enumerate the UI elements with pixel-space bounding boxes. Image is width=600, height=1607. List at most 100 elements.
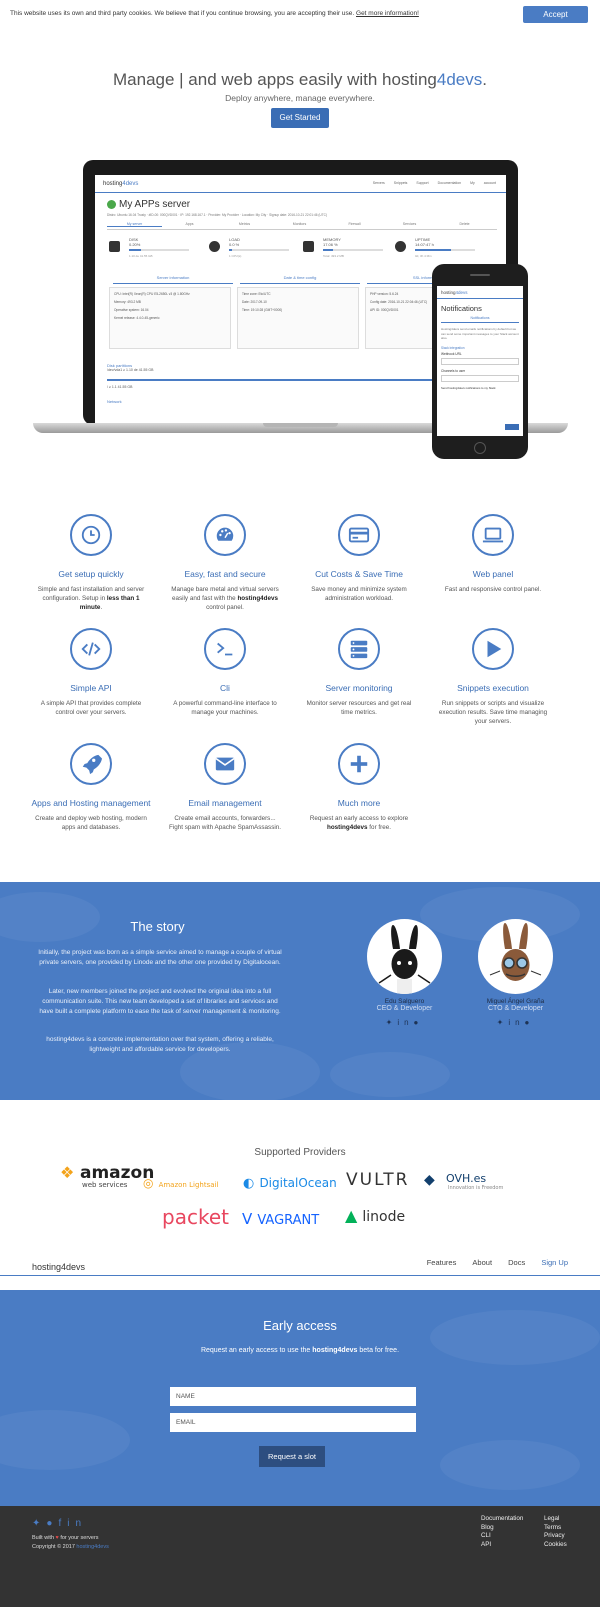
digitalocean-name: DigitalOcean: [259, 1176, 337, 1190]
feature-more: Much more Request an early access to exp…: [284, 743, 434, 832]
github-icon[interactable]: ●: [525, 1018, 535, 1027]
feature-desc: Save money and minimize system administr…: [284, 585, 434, 603]
panel-server-info: CPU: Intel(R) Xeon(R) CPU E5-2650L v3 @ …: [109, 287, 231, 349]
name-input[interactable]: NAME: [170, 1387, 416, 1406]
email-input[interactable]: EMAIL: [170, 1413, 416, 1432]
early-access-subtitle: Request an early access to use the hosti…: [0, 1347, 600, 1354]
member-role: CTO & Developer: [487, 1005, 544, 1012]
feature-desc-text: Fast and responsive control panel.: [444, 586, 542, 593]
phone-text: Hosting4devs send emails notifications b…: [441, 327, 519, 340]
stat-value: 0.20%: [129, 242, 141, 247]
team-member: Edu Salguero CEO & Developer ✦in●: [357, 919, 452, 1027]
twitter-icon[interactable]: ✦: [32, 1518, 46, 1529]
clock-icon: [70, 514, 112, 556]
cookie-accept-button[interactable]: Accept: [523, 6, 588, 23]
screen-menu: Servers Snippets Support Documentation M…: [372, 181, 496, 185]
nav-docs[interactable]: Docs: [508, 1258, 525, 1267]
early-sub-a: Request an early access to use the: [200, 1347, 313, 1354]
feature-desc-bold: hosting4devs: [237, 595, 279, 602]
phone-webhook-input: [441, 357, 519, 365]
feature-web-panel: Web panel Fast and responsive control pa…: [418, 514, 568, 594]
copyright-brand[interactable]: hosting4devs: [76, 1544, 108, 1550]
panel-row: CPU: Intel(R) Xeon(R) CPU E5-2650L v3 @ …: [114, 292, 190, 296]
cloud-decoration: [330, 1052, 450, 1097]
story-section: The story Initially, the project was bor…: [0, 882, 600, 1100]
provider-vultr: VULTR: [346, 1170, 409, 1190]
hero-title-text: Manage | and web apps easily with hostin…: [113, 70, 437, 89]
feature-desc-text: Monitor server resources and get real ti…: [306, 700, 412, 716]
phone-webhook-label: Webhook URL: [441, 351, 462, 356]
github-icon[interactable]: ●: [46, 1518, 58, 1529]
twitter-icon[interactable]: ✦: [497, 1018, 509, 1027]
footer-logo[interactable]: hosting4devs: [32, 1262, 85, 1272]
vagrant-name: VAGRANT: [257, 1213, 320, 1228]
stat-sub: 1 CPU(s): [229, 254, 242, 258]
linode-name: linode: [362, 1209, 406, 1225]
linkedin-icon[interactable]: in: [508, 1018, 524, 1027]
nav-sign-up[interactable]: Sign Up: [541, 1258, 568, 1267]
memory-icon: [303, 241, 314, 252]
footer-link-documentation[interactable]: Documentation: [481, 1515, 523, 1524]
feature-desc-text: A simple API that provides complete cont…: [40, 700, 142, 716]
status-ok-icon: [107, 199, 116, 209]
aws-icon: ❖: [60, 1163, 75, 1182]
linkedin-icon[interactable]: in: [67, 1518, 87, 1529]
screen-navbar: hosting4devs Servers Snippets Support Do…: [95, 175, 506, 193]
github-icon[interactable]: ●: [414, 1018, 424, 1027]
provider-lightsail: ◎ Amazon Lightsail: [143, 1172, 218, 1191]
play-icon: [472, 628, 514, 670]
request-slot-button[interactable]: Request a slot: [259, 1446, 325, 1467]
panel-row: Kernel release: 4.4.0-45-generic: [114, 316, 160, 320]
screen-tab: Firewall: [348, 222, 361, 226]
vagrant-icon: V: [242, 1210, 253, 1228]
facebook-icon[interactable]: f: [58, 1518, 67, 1529]
footer-link-legal[interactable]: Legal: [544, 1515, 567, 1524]
copyright-text: Copyright © 2017: [32, 1544, 77, 1550]
feature-desc: Monitor server resources and get real ti…: [284, 699, 434, 717]
story-title: The story: [130, 919, 185, 934]
screen-server-title: My APPs server: [107, 199, 190, 210]
nav-about[interactable]: About: [472, 1258, 492, 1267]
screen-logo: hosting4devs: [103, 181, 138, 187]
footer-link-terms[interactable]: Terms: [544, 1524, 567, 1533]
twitter-icon[interactable]: ✦: [386, 1018, 398, 1027]
packet-name: packet: [162, 1205, 229, 1229]
stat-bar-fill: [229, 249, 232, 251]
screen-tab: Metrics: [238, 222, 251, 226]
screen-logo-a: hosting: [103, 181, 123, 187]
stat-load: LOAD 0.0 % 1 CPU(s): [209, 237, 299, 267]
screen-tab: Delete: [459, 222, 470, 226]
feature-title: Cli: [220, 683, 230, 693]
gauge-icon: [209, 241, 220, 252]
terminal-icon: [204, 628, 246, 670]
cookie-more-link[interactable]: Get more information!: [356, 10, 419, 17]
feature-title: Get setup quickly: [58, 569, 124, 579]
feature-desc-text: Request an early access to explore: [309, 815, 409, 822]
feature-title: Apps and Hosting management: [31, 798, 151, 808]
clock-icon: [395, 241, 406, 252]
linkedin-icon[interactable]: in: [397, 1018, 413, 1027]
hero-title-dot: .: [482, 70, 487, 89]
nav-features[interactable]: Features: [427, 1258, 457, 1267]
providers-title: Supported Providers: [254, 1147, 346, 1158]
feature-title: Much more: [337, 798, 381, 808]
server-icon: [338, 628, 380, 670]
screen-logo-b: 4devs: [122, 181, 139, 187]
get-started-button[interactable]: Get Started: [271, 108, 329, 128]
phone-logo-a: hosting: [441, 290, 456, 295]
phone-logo-b: 4devs: [455, 290, 468, 295]
stat-disk: DISK 0.20% 1.10 de 41.55 GB: [109, 237, 199, 267]
feature-costs: Cut Costs & Save Time Save money and min…: [284, 514, 434, 603]
feature-email: Email management Create email accounts, …: [150, 743, 300, 832]
code-icon: [70, 628, 112, 670]
phone-tab: Notifications: [441, 316, 519, 323]
footer-link-api[interactable]: API: [481, 1541, 523, 1550]
credit-card-icon: [338, 514, 380, 556]
footer-link-cli[interactable]: CLI: [481, 1532, 523, 1541]
footer-link-privacy[interactable]: Privacy: [544, 1532, 567, 1541]
footer-link-cookies[interactable]: Cookies: [544, 1541, 567, 1550]
footer-link-blog[interactable]: Blog: [481, 1524, 523, 1533]
feature-desc-text: A powerful command-line interface to man…: [173, 700, 277, 716]
feature-easy: Easy, fast and secure Manage bare metal …: [150, 514, 300, 612]
disk-icon: [109, 241, 120, 252]
